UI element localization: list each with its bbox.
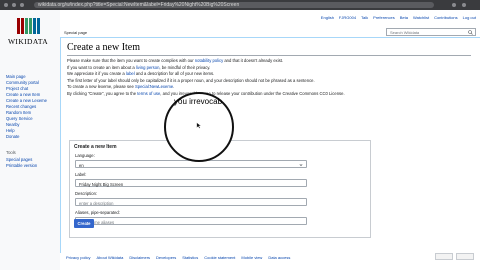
footer-mobile-link[interactable]: Mobile view (241, 255, 262, 260)
living-person-link[interactable]: living person (136, 65, 160, 70)
label-input[interactable]: Friday Night Big Screen (75, 179, 307, 187)
language-link[interactable]: English (321, 15, 334, 20)
back-icon[interactable] (4, 3, 8, 7)
main-content: Create a new Item Please make sure that … (60, 37, 480, 253)
title-divider (67, 55, 471, 56)
chevron-down-icon (299, 164, 303, 167)
form-legend: Create a new Item (74, 144, 117, 150)
magnified-text: you irrevocab (174, 97, 223, 106)
aliases-input[interactable]: enter some aliases (75, 217, 307, 225)
cursor-icon (196, 122, 202, 129)
reload-icon[interactable] (20, 3, 24, 7)
watchlist-link[interactable]: Watchlist (413, 15, 429, 20)
sidebar-nav: Main page Community portal Project chat … (6, 74, 47, 140)
footer-about-link[interactable]: About Wikidata (96, 255, 123, 260)
footer-data-access-link[interactable]: Data access (268, 255, 290, 260)
wikidata-logo[interactable]: WIKIDATA (6, 14, 50, 52)
mediawiki-badge-icon[interactable] (456, 253, 474, 260)
tools-heading: Tools (6, 150, 16, 155)
browser-toolbar: wikidata.org/w/index.php?title=Special:N… (0, 0, 480, 10)
logo-text: WIKIDATA (7, 37, 49, 46)
beta-link[interactable]: Beta (400, 15, 408, 20)
footer-privacy-link[interactable]: Privacy policy (66, 255, 90, 260)
intro-line: To create a new lexeme, please see Speci… (67, 84, 175, 90)
preferences-link[interactable]: Preferences (373, 15, 395, 20)
create-button[interactable]: Create (74, 219, 94, 228)
language-value: en (79, 162, 84, 168)
notability-policy-link[interactable]: notability policy (195, 58, 223, 63)
personal-toolbar: English FJRG004 Talk Preferences Beta Wa… (321, 15, 476, 20)
footer-disclaimers-link[interactable]: Disclaimers (129, 255, 150, 260)
sidebar-item-printable-version[interactable]: Printable version (6, 163, 37, 169)
search-placeholder: Search Wikidata (390, 30, 420, 35)
intro-line: We appreciate it if you create a label a… (67, 71, 215, 77)
sidebar-item-donate[interactable]: Donate (6, 134, 47, 140)
description-input[interactable]: enter a description (75, 198, 307, 206)
aliases-label: Aliases, pipe-separated: (75, 210, 120, 215)
label-value: Friday Night Big Screen (79, 181, 124, 187)
label-link[interactable]: label (126, 71, 135, 76)
description-placeholder: enter a description (79, 200, 114, 206)
menu-icon[interactable] (462, 3, 466, 7)
magnifier-overlay: you irrevocab (164, 92, 234, 162)
profile-icon[interactable] (452, 3, 456, 7)
talk-link[interactable]: Talk (361, 15, 368, 20)
tab-special-page[interactable]: Special page (64, 30, 87, 35)
footer-badges (435, 253, 474, 260)
intro-line: The first letter of your label should on… (67, 77, 315, 83)
logout-link[interactable]: Log out (463, 15, 476, 20)
search-icon[interactable] (468, 30, 473, 35)
wikidata-logo-icon (6, 18, 50, 34)
intro-text: Please make sure that the item you want … (67, 58, 471, 98)
footer-cookie-link[interactable]: Cookie statement (204, 255, 235, 260)
address-bar-url: wikidata.org/w/index.php?title=Special:N… (38, 2, 240, 8)
footer-developers-link[interactable]: Developers (156, 255, 176, 260)
footer-statistics-link[interactable]: Statistics (182, 255, 198, 260)
sidebar: WIKIDATA Main page Community portal Proj… (0, 10, 60, 270)
label-label: Label: (75, 172, 87, 177)
intro-line: By clicking "Create", you agree to the t… (67, 90, 345, 96)
new-lexeme-link[interactable]: Special:NewLexeme (135, 84, 173, 89)
forward-icon[interactable] (12, 3, 16, 7)
sidebar-tools: Tools Special pages Printable version (6, 150, 37, 169)
intro-line: If you want to create an item about a li… (67, 64, 211, 70)
search-input[interactable]: Search Wikidata (386, 28, 476, 36)
description-label: Description: (75, 191, 98, 196)
footer-links: Privacy policy About Wikidata Disclaimer… (60, 255, 480, 260)
intro-line: Please make sure that the item you want … (67, 58, 284, 63)
contributions-link[interactable]: Contributions (434, 15, 458, 20)
user-link[interactable]: FJRG004 (339, 15, 356, 20)
wikimedia-badge-icon[interactable] (435, 253, 453, 260)
page-title: Create a new Item (67, 42, 141, 53)
terms-of-use-link[interactable]: terms of use (137, 91, 160, 96)
language-label: Language: (75, 153, 95, 158)
